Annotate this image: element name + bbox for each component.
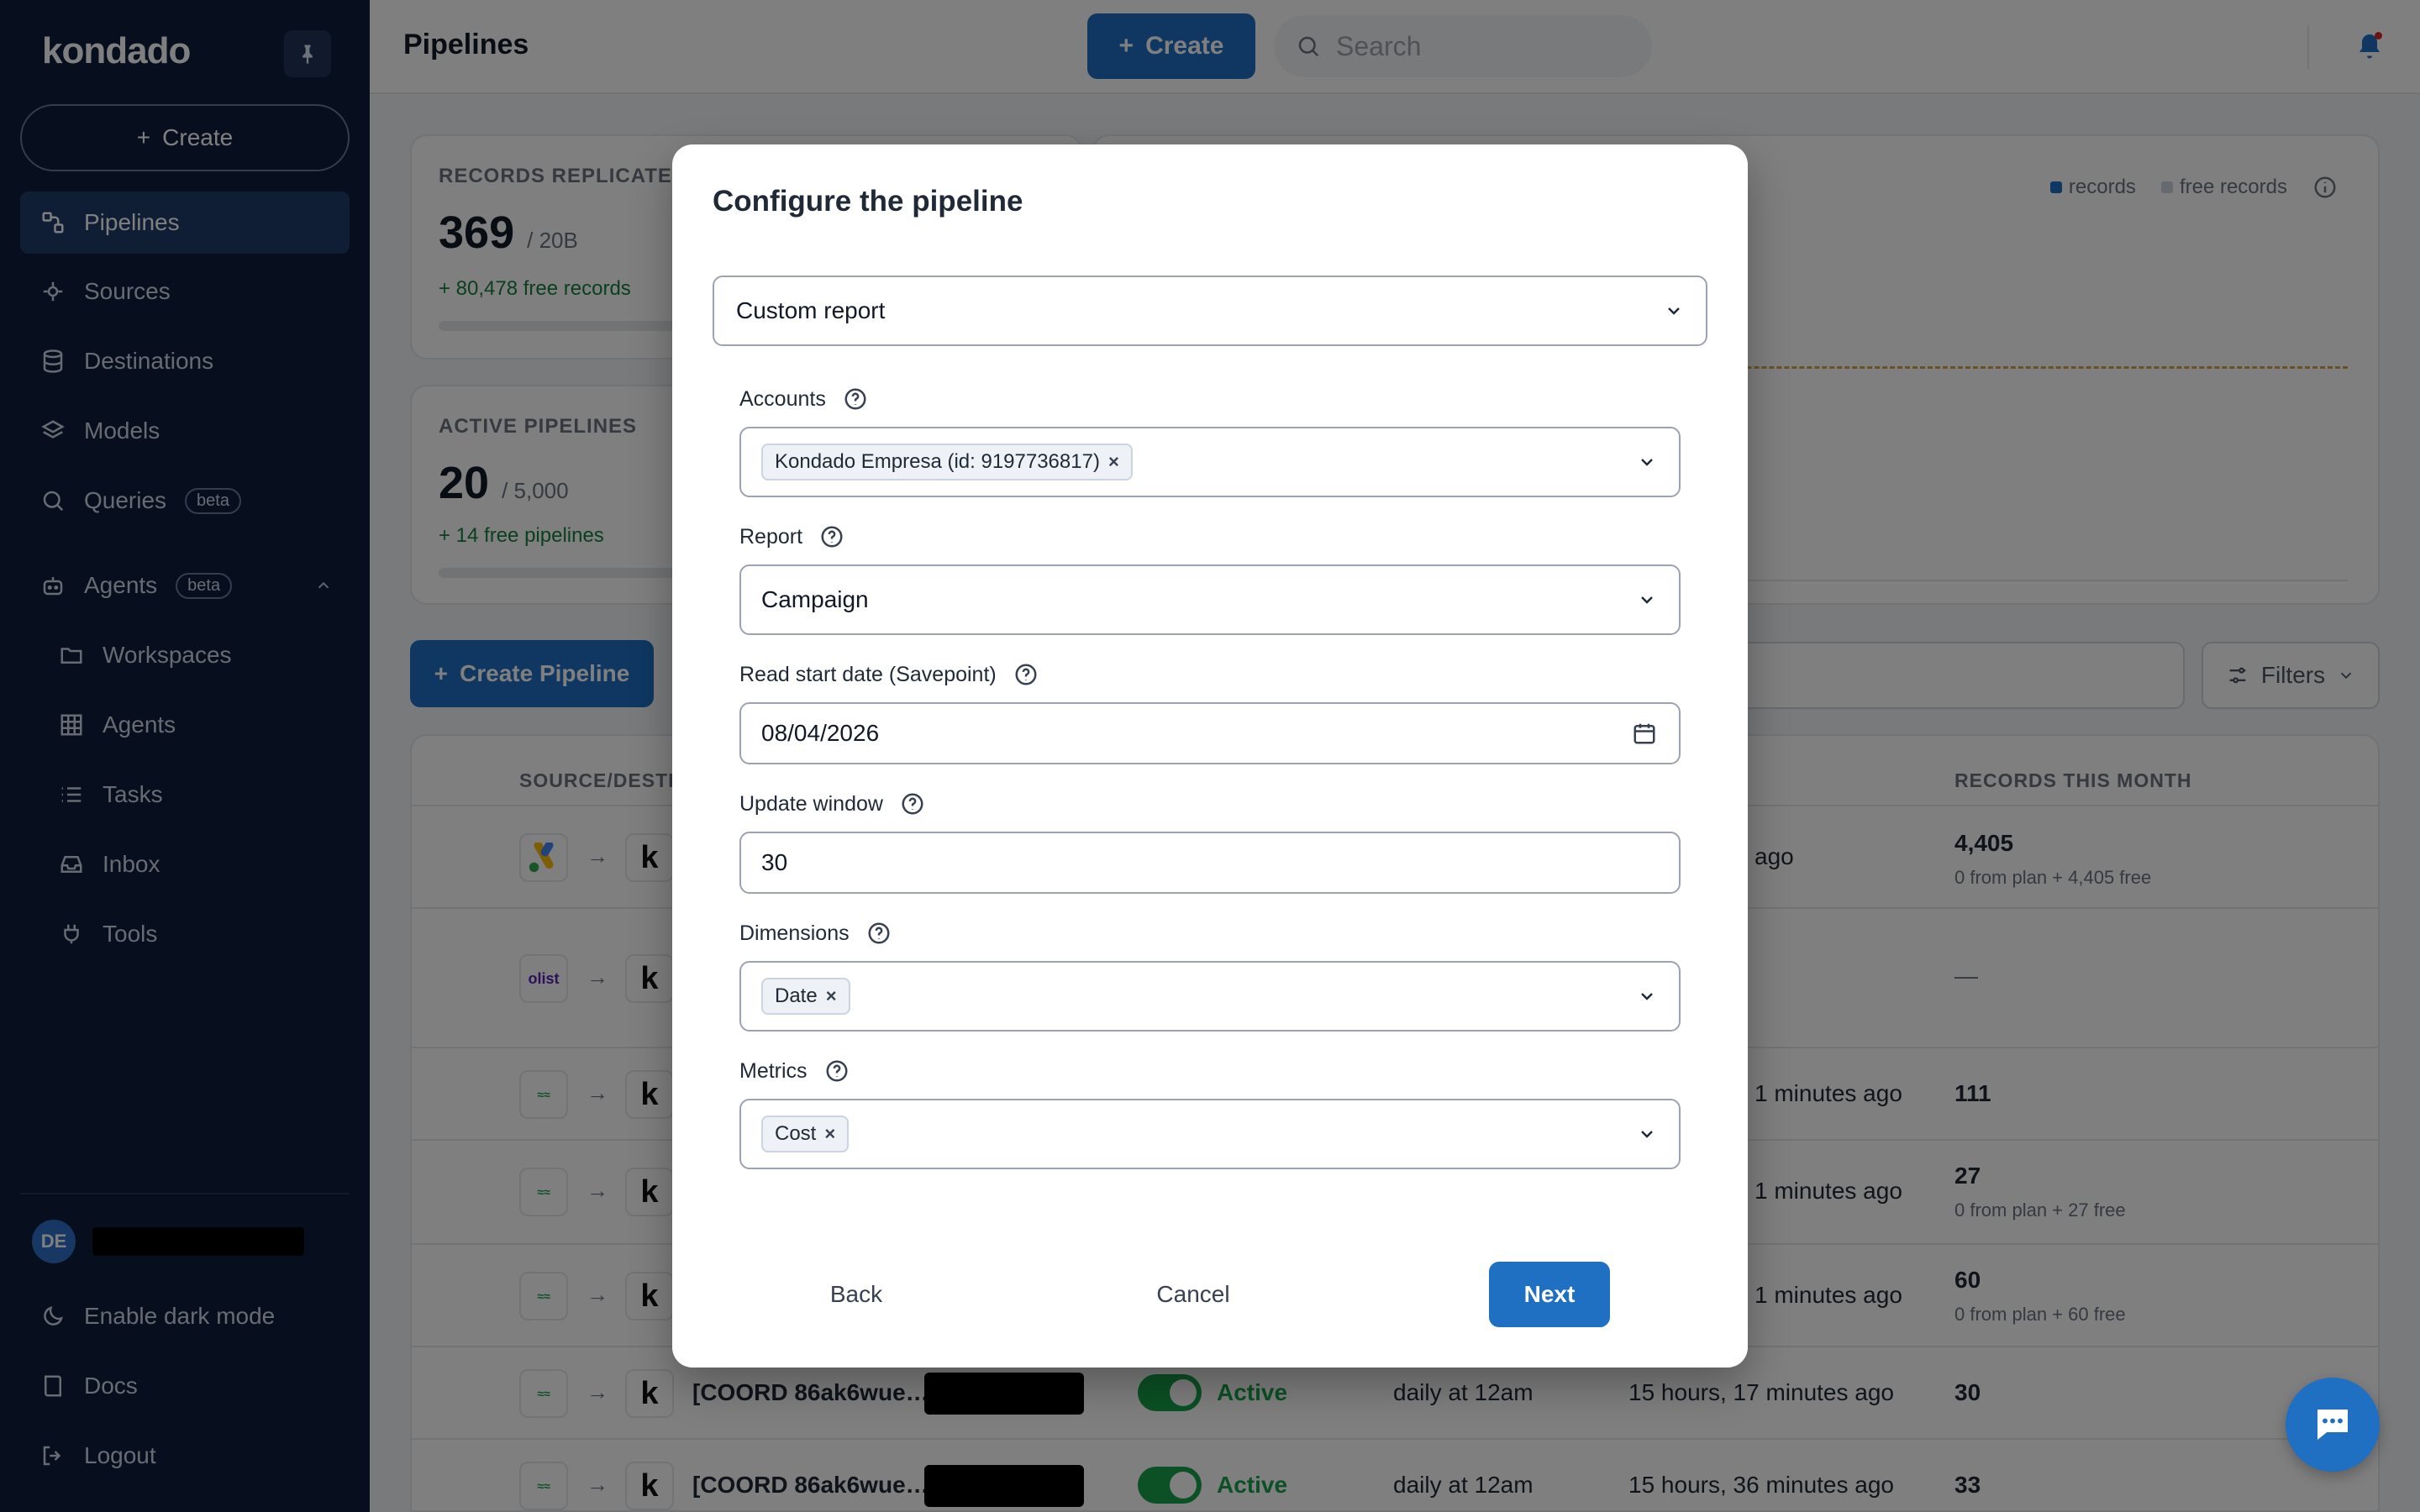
back-button[interactable]: Back bbox=[786, 1262, 926, 1327]
update-window-value: 30 bbox=[761, 849, 788, 875]
metrics-label: Metrics bbox=[739, 1058, 850, 1084]
next-button[interactable]: Next bbox=[1489, 1262, 1610, 1327]
report-label: Report bbox=[739, 524, 844, 549]
start-date-label-text: Read start date (Savepoint) bbox=[739, 662, 997, 686]
update-window-label-text: Update window bbox=[739, 791, 883, 816]
report-type-select[interactable]: Custom report bbox=[713, 276, 1707, 346]
modal-title: Configure the pipeline bbox=[713, 185, 1023, 218]
start-date-label: Read start date (Savepoint) bbox=[739, 662, 1039, 687]
dimension-chip: Date × bbox=[761, 978, 850, 1015]
chat-button[interactable] bbox=[2286, 1378, 2380, 1472]
report-value: Campaign bbox=[761, 586, 869, 612]
accounts-label-text: Accounts bbox=[739, 386, 826, 411]
metrics-multiselect[interactable]: Cost × bbox=[739, 1099, 1681, 1169]
report-select[interactable]: Campaign bbox=[739, 564, 1681, 635]
help-icon[interactable] bbox=[843, 386, 868, 412]
report-type-value: Custom report bbox=[736, 297, 886, 323]
chevron-down-icon bbox=[1668, 307, 1680, 315]
start-date-value: 08/04/2026 bbox=[761, 720, 880, 746]
help-icon[interactable] bbox=[819, 524, 844, 549]
account-chip: Kondado Empresa (id: 9197736817) × bbox=[761, 444, 1133, 480]
help-icon[interactable] bbox=[824, 1058, 850, 1084]
chevron-down-icon bbox=[1641, 1131, 1653, 1138]
dimension-chip-label: Date bbox=[775, 984, 818, 1007]
dimensions-label: Dimensions bbox=[739, 921, 892, 946]
update-window-label: Update window bbox=[739, 791, 925, 816]
chevron-down-icon bbox=[1641, 596, 1653, 604]
accounts-multiselect[interactable]: Kondado Empresa (id: 9197736817) × bbox=[739, 427, 1681, 497]
remove-chip-icon[interactable]: × bbox=[826, 985, 837, 1007]
metric-chip-label: Cost bbox=[775, 1122, 817, 1145]
account-chip-label: Kondado Empresa (id: 9197736817) bbox=[775, 450, 1100, 473]
metrics-label-text: Metrics bbox=[739, 1058, 808, 1083]
help-icon[interactable] bbox=[900, 791, 925, 816]
chat-icon bbox=[2317, 1410, 2348, 1440]
cancel-button[interactable]: Cancel bbox=[1109, 1262, 1277, 1327]
dimensions-label-text: Dimensions bbox=[739, 921, 850, 945]
accounts-label: Accounts bbox=[739, 386, 868, 412]
configure-pipeline-modal: Configure the pipeline Custom report Acc… bbox=[672, 144, 1748, 1368]
remove-chip-icon[interactable]: × bbox=[1108, 451, 1119, 473]
start-date-input[interactable]: 08/04/2026 bbox=[739, 702, 1681, 764]
calendar-icon[interactable] bbox=[1632, 721, 1657, 746]
help-icon[interactable] bbox=[1013, 662, 1039, 687]
report-label-text: Report bbox=[739, 524, 803, 549]
help-icon[interactable] bbox=[866, 921, 892, 946]
chevron-down-icon bbox=[1641, 993, 1653, 1000]
dimensions-multiselect[interactable]: Date × bbox=[739, 961, 1681, 1032]
remove-chip-icon[interactable]: × bbox=[824, 1123, 835, 1145]
metric-chip: Cost × bbox=[761, 1116, 850, 1152]
update-window-input[interactable]: 30 bbox=[739, 832, 1681, 894]
chevron-down-icon bbox=[1641, 459, 1653, 466]
